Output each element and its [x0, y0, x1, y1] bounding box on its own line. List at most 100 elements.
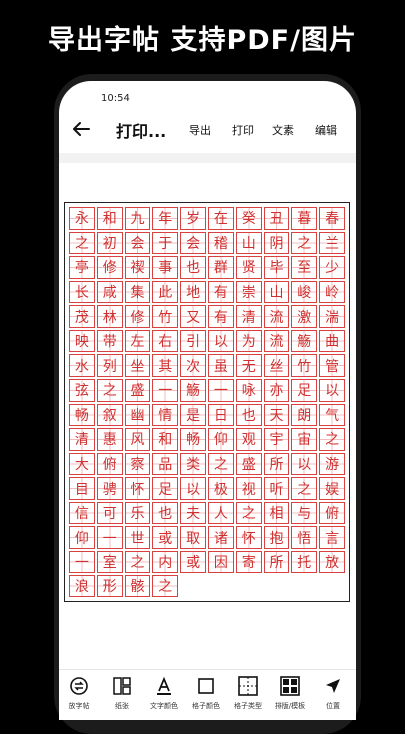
grid-cell: 俯: [96, 452, 123, 476]
grid-cell: 观: [235, 428, 262, 451]
grid-cell: 室: [96, 550, 123, 573]
grid-cell: 一: [207, 378, 234, 402]
grid-cell: 盛: [124, 378, 151, 402]
grid-cell: 和: [96, 207, 123, 230]
grid-cell: 修: [124, 305, 151, 328]
tool-position[interactable]: 位置: [313, 674, 353, 711]
grid-cell: 一: [152, 378, 179, 402]
grid-cell: 丝: [263, 354, 290, 377]
tool-paper[interactable]: 纸张: [102, 674, 142, 711]
grid-cell: 因: [207, 550, 234, 573]
grid-cell: 引: [180, 329, 206, 353]
grid-cell: 次: [180, 354, 206, 377]
grid-cell: 宙: [291, 428, 318, 451]
grid-cell: 与: [291, 501, 318, 525]
swap-icon: [59, 674, 99, 698]
grid-cell: 内: [152, 550, 179, 573]
grid-cell: 阴: [263, 231, 290, 255]
grid-cell: 之: [96, 378, 123, 402]
send-icon: [313, 674, 353, 698]
grid-cell: 长: [69, 280, 95, 304]
grid-cell: 之: [291, 231, 318, 255]
grid-cell: 丑: [263, 207, 290, 230]
back-arrow-icon[interactable]: [69, 117, 93, 141]
grid-cell: 相: [263, 501, 290, 525]
grid-cell: 少: [319, 256, 345, 279]
preview-area: 永和九年岁在癸丑暮春之初会于会稽山阴之兰亭修禊事也群贤毕至少长咸集此地有崇山峻岭…: [59, 153, 356, 669]
grid-cell: 之: [319, 428, 345, 451]
grid-cell: 或: [180, 550, 206, 573]
grid-cell: 九: [124, 207, 151, 230]
grid-cell: 是: [180, 403, 206, 427]
grid-cell: 足: [152, 477, 179, 500]
grid-cell: 激: [291, 305, 318, 328]
grid-cell: 盛: [235, 452, 262, 476]
grid-cell: 稽: [207, 231, 234, 255]
grid-cell: 信: [69, 501, 95, 525]
grid-cell: 取: [180, 526, 206, 549]
phone-screen: 10:54 打印... 导出 打印 文素 编辑 永和九年岁在癸丑暮春之初会于会稽…: [59, 81, 356, 720]
grid-cell: 此: [152, 280, 179, 304]
text-source-button[interactable]: 文素: [272, 122, 294, 138]
grid-cell: 气: [319, 403, 345, 427]
tool-grid-color[interactable]: 格子颜色: [186, 674, 226, 711]
grid-cell: 流: [263, 329, 290, 353]
grid-cell: 大: [69, 452, 95, 476]
grid-cell: 幽: [124, 403, 151, 427]
grid-cell: 骸: [124, 574, 151, 597]
grid-cell: 毕: [263, 256, 290, 279]
grid-cell: 以: [207, 329, 234, 353]
tool-layout[interactable]: 排版/模板: [270, 674, 310, 711]
grid-cell: 抱: [263, 526, 290, 549]
grid-cell: 怀: [235, 526, 262, 549]
grid-cell: 峻: [291, 280, 318, 304]
grid-cell: 寄: [235, 550, 262, 573]
tool-swap[interactable]: 放字帖: [59, 674, 99, 711]
grid-cell: 清: [235, 305, 262, 328]
grid-cell: 弦: [69, 378, 95, 402]
grid-cell: 觞: [291, 329, 318, 353]
grid-cell: 一: [69, 550, 95, 573]
export-button[interactable]: 导出: [189, 122, 211, 138]
square-icon: [186, 674, 226, 698]
grid-cell: 其: [152, 354, 179, 377]
grid-cell: 世: [124, 526, 151, 549]
tool-label: 文字颜色: [150, 702, 178, 710]
edit-button[interactable]: 编辑: [315, 122, 337, 138]
grid-cell: 咏: [235, 378, 262, 402]
grid-cell: 宇: [263, 428, 290, 451]
grid-cell: 列: [96, 354, 123, 377]
grid-cell: 为: [235, 329, 262, 353]
grid-cell: 茂: [69, 305, 95, 328]
grid-cell: 风: [124, 428, 151, 451]
tool-grid-type[interactable]: 格子类型: [228, 674, 268, 711]
grid-cell: 在: [207, 207, 234, 230]
grid-cell: 诸: [207, 526, 234, 549]
grid-cell: 群: [207, 256, 234, 279]
grid-cell: 湍: [319, 305, 345, 328]
grid-cell: 叙: [96, 403, 123, 427]
text-color-icon: [144, 674, 184, 698]
grid-cell: 夫: [180, 501, 206, 525]
grid-cell: 听: [263, 477, 290, 500]
grid-cell: 清: [69, 428, 95, 451]
grid-cell: 管: [319, 354, 345, 377]
grid-cell: 初: [96, 231, 123, 255]
tool-text-color[interactable]: 文字颜色: [144, 674, 184, 711]
grid-cell: 也: [180, 256, 206, 279]
grid-cell: 之: [207, 452, 234, 476]
grid-cell: 日: [207, 403, 234, 427]
grid-cell: 带: [96, 329, 123, 353]
grid-cell: 兰: [319, 231, 345, 255]
grid-cell: 禊: [124, 256, 151, 279]
grid-cell: 于: [152, 231, 179, 255]
grid-cell: 曲: [319, 329, 345, 353]
print-button[interactable]: 打印: [232, 122, 254, 138]
grid-cell: 有: [207, 305, 234, 328]
grid-cell: 俯: [319, 501, 345, 525]
grid-cell: 或: [152, 526, 179, 549]
grid-cell: 也: [235, 403, 262, 427]
grid-cell: 惠: [96, 428, 123, 451]
grid-cell: 事: [152, 256, 179, 279]
grid-cell: 会: [124, 231, 151, 255]
